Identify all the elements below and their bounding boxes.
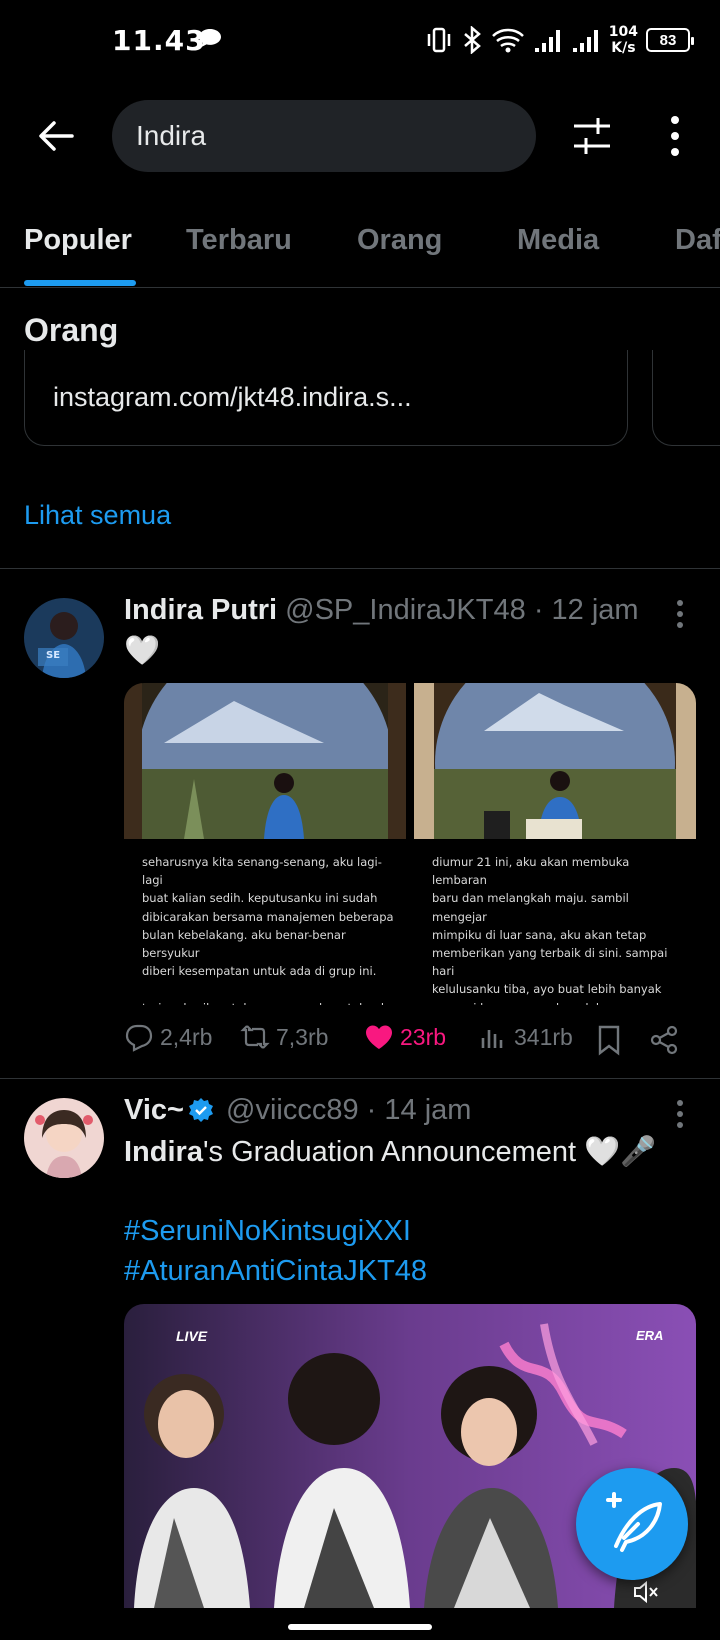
photo-celebration: [414, 683, 696, 839]
wifi-icon: [491, 28, 524, 53]
search-input[interactable]: Indira: [112, 100, 536, 172]
author-name[interactable]: Indira Putri: [124, 594, 277, 626]
post-actions: 2,4rb 7,3rb 23rb 341rb: [124, 1022, 684, 1062]
post-text: Indira's Graduation Announcement 🤍🎤: [124, 1133, 656, 1171]
filter-icon[interactable]: [568, 112, 616, 160]
people-card-bio: instagram.com/jkt48.indira.s...: [53, 382, 412, 412]
post-divider: [0, 1078, 720, 1079]
more-options-icon[interactable]: [660, 112, 690, 160]
mute-icon[interactable]: [632, 1580, 660, 1604]
hashtag-link[interactable]: #AturanAntiCintaJKT48: [124, 1252, 427, 1290]
bluetooth-icon: [463, 26, 481, 54]
tab-terbaru[interactable]: Terbaru: [186, 224, 292, 257]
status-time: 11.43: [112, 24, 206, 57]
photo-fuji-backdrop: [124, 683, 406, 839]
post-time: · 14 jam: [366, 1094, 472, 1126]
highlighted-keyword: Indira: [124, 1136, 203, 1168]
network-speed: 104 K/s: [608, 24, 638, 56]
status-icons: 104 K/s 83: [425, 20, 694, 60]
search-header: Indira: [0, 92, 720, 180]
post-more-icon[interactable]: [672, 598, 688, 630]
post-more-icon[interactable]: [672, 1098, 688, 1130]
signal-icon-1: [534, 30, 560, 52]
search-tabs: Populer Terbaru Orang Media Daftar: [0, 200, 720, 288]
post-text-rest: 's Graduation Announcement 🤍🎤: [202, 1136, 657, 1168]
people-card-next[interactable]: [652, 350, 720, 446]
post-header: Indira Putri @SP_IndiraJKT48 · 12 jam: [124, 594, 639, 627]
like-button[interactable]: 23rb: [364, 1022, 446, 1052]
reply-count: 2,4rb: [160, 1023, 213, 1050]
compose-post-button[interactable]: [576, 1468, 688, 1580]
see-all-link[interactable]: Lihat semua: [24, 500, 171, 531]
people-card[interactable]: instagram.com/jkt48.indira.s...: [24, 350, 628, 446]
image-caption-1: seharusnya kita senang-senang, aku lagi-…: [142, 855, 395, 1005]
like-count: 23rb: [400, 1023, 447, 1050]
tab-populer[interactable]: Populer: [24, 224, 132, 257]
verified-badge-icon: [188, 1098, 213, 1122]
reply-icon: [125, 1024, 153, 1052]
tab-orang[interactable]: Orang: [357, 224, 442, 257]
avatar[interactable]: [24, 1098, 104, 1178]
post-header: Vic~ @viiccc89 · 14 jam: [124, 1094, 471, 1127]
author-name[interactable]: Vic~: [124, 1094, 184, 1126]
share-icon[interactable]: [648, 1024, 680, 1056]
author-handle[interactable]: @SP_IndiraJKT48: [285, 594, 526, 626]
vibrate-icon: [427, 27, 451, 53]
status-bar: 11.43 104 K/s 83: [0, 0, 720, 80]
home-indicator[interactable]: [288, 1624, 432, 1630]
back-arrow-icon[interactable]: [34, 114, 78, 158]
repost-count: 7,3rb: [276, 1023, 329, 1050]
repost-button[interactable]: 7,3rb: [240, 1022, 328, 1052]
views-count: 341rb: [514, 1023, 573, 1050]
tab-daftar[interactable]: Daftar: [675, 224, 720, 257]
post-time: · 12 jam: [533, 594, 639, 626]
people-section-title: Orang: [24, 312, 119, 348]
bookmark-icon[interactable]: [594, 1024, 624, 1056]
active-tab-indicator: [24, 280, 136, 286]
reply-button[interactable]: 2,4rb: [124, 1022, 212, 1052]
post-text: 🤍: [124, 635, 161, 667]
avatar[interactable]: SE: [24, 598, 104, 678]
battery-indicator: 83: [646, 28, 694, 52]
compose-feather-icon: [606, 1492, 662, 1552]
media-image-2[interactable]: diumur 21 ini, aku akan membuka lembaran…: [414, 683, 696, 1005]
signal-icon-2: [572, 30, 598, 52]
media-image-1[interactable]: seharusnya kita senang-senang, aku lagi-…: [124, 683, 406, 1005]
repost-icon: [240, 1025, 270, 1049]
search-query: Indira: [136, 120, 207, 151]
tab-media[interactable]: Media: [517, 224, 599, 257]
svg-text:SE: SE: [46, 650, 60, 661]
heart-icon: [366, 1025, 392, 1049]
views-button[interactable]: 341rb: [478, 1022, 573, 1052]
author-handle[interactable]: @viiccc89: [226, 1094, 359, 1126]
video-brand-label: ERA: [636, 1328, 664, 1343]
section-divider: [0, 568, 720, 569]
chat-notification-icon: [199, 29, 221, 47]
hashtag-link[interactable]: #SeruniNoKintsugiXXI: [124, 1212, 411, 1250]
views-icon: [481, 1030, 503, 1048]
post-media[interactable]: seharusnya kita senang-senang, aku lagi-…: [124, 683, 696, 1005]
image-caption-2: diumur 21 ini, aku akan membuka lembaran…: [432, 855, 668, 1005]
video-live-label: LIVE: [176, 1328, 208, 1344]
